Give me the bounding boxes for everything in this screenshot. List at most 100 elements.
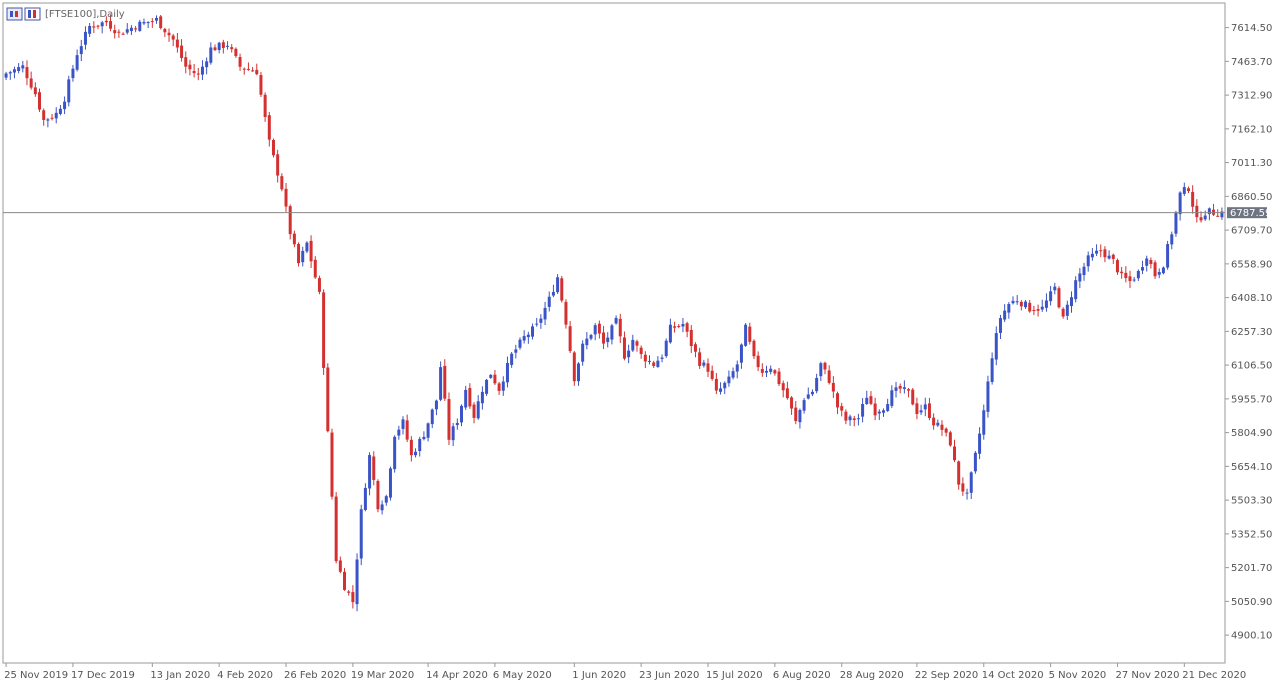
y-tick-label: 7614.50 (1231, 23, 1272, 34)
candle-body (1178, 192, 1182, 215)
candle-body (1011, 300, 1015, 304)
y-tick-label: 7162.10 (1231, 124, 1272, 135)
candle-body (760, 368, 764, 373)
candle-body (535, 323, 539, 325)
candle-body (953, 446, 957, 461)
candle (305, 241, 309, 254)
candle-body (476, 401, 480, 419)
candle-body (911, 389, 915, 405)
candle-body (376, 480, 380, 510)
candle-body (756, 355, 760, 368)
chart-background (0, 0, 1280, 688)
candle-body (610, 325, 614, 340)
candle-body (840, 406, 844, 411)
candle (376, 479, 380, 513)
candle-body (819, 363, 823, 377)
candle-body (259, 75, 263, 95)
candle-body (150, 21, 154, 23)
candle-body (217, 42, 221, 50)
candle-body (138, 21, 142, 31)
candle-body (648, 360, 652, 362)
candle-body (489, 374, 493, 378)
candle (259, 71, 263, 98)
candle-body (1141, 267, 1145, 271)
candle-body (1044, 300, 1048, 308)
candle-body (898, 385, 902, 389)
candle-body (735, 364, 739, 372)
candle-body (1149, 259, 1153, 264)
candle-body (514, 349, 518, 353)
candle-body (802, 400, 806, 411)
chart-area: 7614.50 7463.70 7312.90 7162.10 7011.30 6860.… (0, 0, 1280, 688)
candle-body (982, 410, 986, 435)
candle-body (8, 72, 12, 74)
x-tick-label: 19 Mar 2020 (351, 670, 414, 681)
candle-body (196, 73, 200, 75)
candle-body (343, 571, 347, 590)
candle-body (593, 325, 597, 335)
candle-body (710, 370, 714, 379)
candle (388, 466, 392, 501)
y-tick-label: 5804.90 (1231, 428, 1272, 439)
candle-body (246, 68, 250, 70)
candle-body (990, 358, 994, 382)
candle-body (560, 278, 564, 301)
candle-body (1103, 249, 1107, 258)
candle-body (393, 436, 397, 470)
candle-body (602, 332, 606, 344)
candle-body (142, 22, 146, 24)
candle-body (1207, 208, 1211, 215)
candle-body (1157, 272, 1161, 275)
candle-body (63, 101, 67, 110)
candle-body (238, 57, 242, 67)
candle-body (434, 400, 438, 410)
candle-body (1216, 215, 1220, 217)
candle-body (823, 362, 827, 370)
candle-body (276, 154, 280, 176)
y-tick-label: 6558.90 (1231, 259, 1272, 270)
x-tick-label: 23 Jun 2020 (639, 670, 699, 681)
candle-body (163, 28, 167, 33)
candle-body (907, 389, 911, 391)
candle (297, 242, 301, 267)
candle-body (1136, 270, 1140, 279)
candle-body (409, 439, 413, 456)
candle-body (852, 418, 856, 421)
candle-body (200, 66, 204, 75)
candle-body (739, 344, 743, 363)
candle-body (4, 73, 8, 78)
candle-body (1170, 234, 1174, 245)
candle-body (836, 393, 840, 408)
candle-body (769, 368, 773, 372)
candle-body (384, 496, 388, 503)
candle-body (635, 341, 639, 346)
candle-body (493, 374, 497, 384)
candle-body (505, 362, 509, 383)
candle-body (940, 424, 944, 430)
candle-body (873, 403, 877, 416)
candle-body (551, 291, 555, 296)
candle-body (927, 403, 931, 418)
candle-body (359, 509, 363, 559)
candle-body (121, 33, 125, 35)
candle-body (827, 370, 831, 383)
candle-body (1161, 267, 1165, 274)
candle (330, 428, 334, 500)
candle-body (543, 307, 547, 320)
candle-body (460, 405, 463, 423)
candle (67, 75, 71, 107)
candle-body (50, 117, 54, 119)
x-tick-label: 14 Oct 2020 (982, 670, 1044, 681)
candle-body (1007, 304, 1011, 313)
candle-body (29, 78, 33, 88)
y-tick-label: 7312.90 (1231, 91, 1272, 102)
candle-body (1174, 212, 1178, 234)
candle-body (631, 339, 635, 351)
candle-body (368, 455, 372, 489)
y-tick-label: 5503.30 (1231, 496, 1272, 507)
candle (271, 138, 275, 158)
candle-body (576, 363, 580, 382)
candle-body (104, 20, 108, 23)
x-tick-label: 6 Aug 2020 (773, 670, 831, 681)
candle-body (21, 65, 25, 69)
